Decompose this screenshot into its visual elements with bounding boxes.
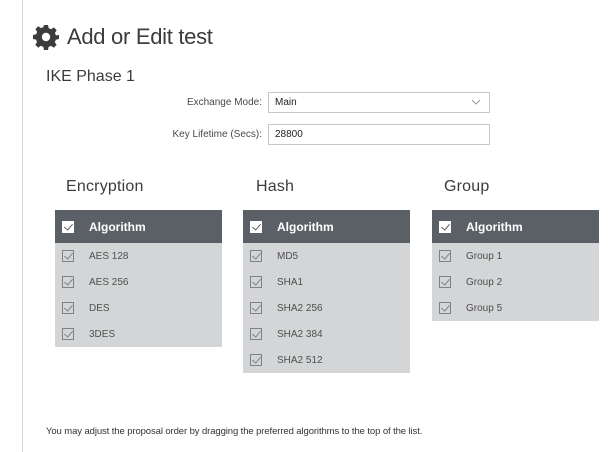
exchange-mode-select[interactable]: Main — [268, 92, 490, 113]
group-row-5[interactable]: Group 5 — [432, 295, 599, 321]
checkbox-checked-icon[interactable] — [62, 328, 74, 340]
chevron-down-icon — [471, 99, 481, 105]
hash-row-sha2-384[interactable]: SHA2 384 — [243, 321, 410, 347]
algorithm-label: SHA2 256 — [277, 302, 323, 314]
gear-icon — [33, 25, 59, 50]
hash-row-sha1[interactable]: SHA1 — [243, 269, 410, 295]
section-title: IKE Phase 1 — [46, 68, 135, 85]
hash-row-sha2-512[interactable]: SHA2 512 — [243, 347, 410, 373]
exchange-mode-value: Main — [275, 97, 297, 108]
encryption-row-3des[interactable]: 3DES — [55, 321, 222, 347]
select-all-group-checkbox[interactable] — [439, 220, 451, 233]
page-title: Add or Edit test — [67, 24, 213, 49]
encryption-row-aes128[interactable]: AES 128 — [55, 243, 222, 269]
checkbox-checked-icon[interactable] — [439, 250, 451, 262]
algorithm-label: SHA1 — [277, 276, 304, 288]
checkbox-checked-icon[interactable] — [250, 250, 262, 262]
checkbox-checked-icon[interactable] — [250, 328, 262, 340]
select-all-hash-checkbox[interactable] — [250, 220, 262, 233]
hash-row-md5[interactable]: MD5 — [243, 243, 410, 269]
group-table: Algorithm Group 1 Group 2 Group 5 — [432, 210, 599, 321]
algorithm-label: SHA2 384 — [277, 328, 323, 340]
checkbox-checked-icon[interactable] — [62, 250, 74, 262]
encryption-heading: Encryption — [66, 178, 144, 195]
checkbox-checked-icon[interactable] — [250, 354, 262, 366]
algorithm-label: Group 2 — [466, 276, 503, 288]
checkbox-checked-icon[interactable] — [250, 276, 262, 288]
algorithm-label: DES — [89, 302, 110, 314]
hash-row-sha2-256[interactable]: SHA2 256 — [243, 295, 410, 321]
checkbox-checked-icon[interactable] — [62, 276, 74, 288]
group-row-1[interactable]: Group 1 — [432, 243, 599, 269]
select-all-encryption-checkbox[interactable] — [62, 220, 74, 233]
hash-heading: Hash — [256, 178, 295, 195]
group-table-header: Algorithm — [432, 210, 599, 243]
checkbox-checked-icon[interactable] — [250, 302, 262, 314]
encryption-table: Algorithm AES 128 AES 256 DES 3DES — [55, 210, 222, 347]
footer-note: You may adjust the proposal order by dra… — [46, 426, 423, 437]
algorithm-label: Group 5 — [466, 302, 503, 314]
key-lifetime-value: 28800 — [275, 129, 303, 140]
group-row-2[interactable]: Group 2 — [432, 269, 599, 295]
encryption-table-header: Algorithm — [55, 210, 222, 243]
algorithm-label: Group 1 — [466, 250, 503, 262]
group-column-header: Algorithm — [466, 219, 523, 234]
algorithm-label: AES 256 — [89, 276, 129, 288]
checkbox-checked-icon[interactable] — [62, 302, 74, 314]
key-lifetime-input[interactable]: 28800 — [268, 124, 490, 145]
checkbox-checked-icon[interactable] — [439, 302, 451, 314]
exchange-mode-label: Exchange Mode: — [186, 97, 262, 108]
algorithm-label: SHA2 512 — [277, 354, 323, 366]
encryption-row-aes256[interactable]: AES 256 — [55, 269, 222, 295]
hash-table-header: Algorithm — [243, 210, 410, 243]
algorithm-label: 3DES — [89, 328, 116, 340]
key-lifetime-label: Key Lifetime (Secs): — [172, 129, 262, 140]
hash-table: Algorithm MD5 SHA1 SHA2 256 SHA2 384 SHA… — [243, 210, 410, 373]
algorithm-label: AES 128 — [89, 250, 129, 262]
hash-column-header: Algorithm — [277, 219, 334, 234]
algorithm-label: MD5 — [277, 250, 299, 262]
encryption-row-des[interactable]: DES — [55, 295, 222, 321]
checkbox-checked-icon[interactable] — [439, 276, 451, 288]
group-heading: Group — [444, 178, 490, 195]
encryption-column-header: Algorithm — [89, 219, 146, 234]
title-row: Add or Edit test — [33, 22, 213, 52]
